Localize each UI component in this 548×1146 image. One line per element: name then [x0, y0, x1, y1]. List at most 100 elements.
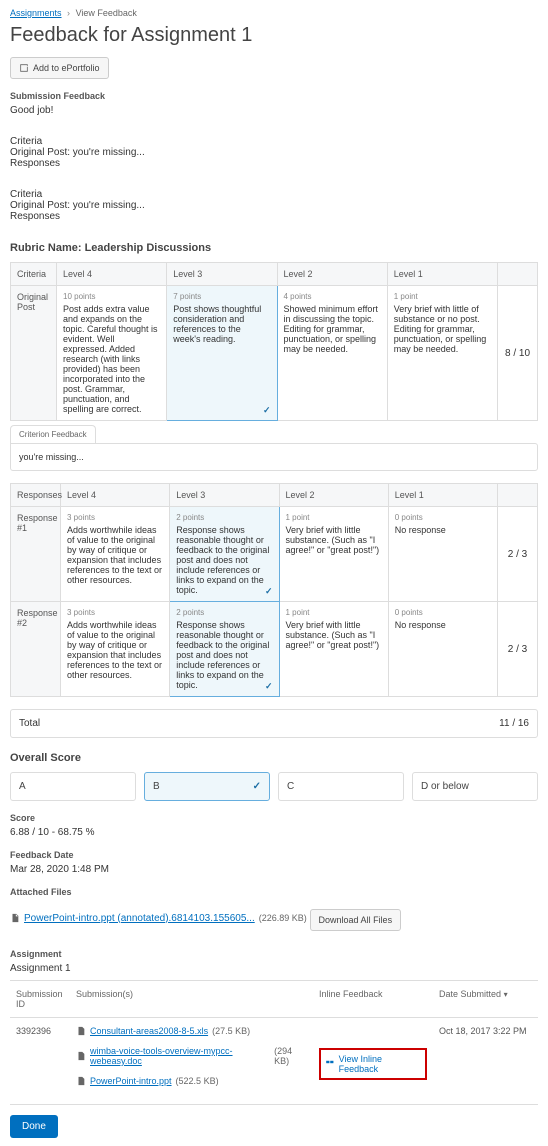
- grade-box[interactable]: B✓: [144, 772, 270, 801]
- assignment-name: Assignment 1: [10, 963, 538, 974]
- criteria-line: Responses: [10, 158, 538, 169]
- document-icon: [76, 1076, 86, 1086]
- rubric-points: 3 points: [67, 513, 163, 522]
- rubric-cell: 3 pointsAdds worthwhile ideas of value t…: [61, 507, 170, 602]
- rubric-table-2: ResponsesLevel 4Level 3Level 2Level 1 Re…: [10, 483, 538, 697]
- grade-boxes: AB✓CD or below: [10, 772, 538, 801]
- date-submitted-cell: Oct 18, 2017 3:22 PM: [433, 1018, 538, 1105]
- rubric-points: 1 point: [286, 608, 382, 617]
- check-icon: ✓: [263, 405, 271, 416]
- rubric-points: 1 point: [394, 292, 491, 301]
- rubric-desc: Very brief with little of substance or n…: [394, 304, 487, 354]
- rubric-header: Criteria: [11, 263, 57, 286]
- rubric-cell: 10 pointsPost adds extra value and expan…: [57, 286, 167, 421]
- grade-box[interactable]: D or below: [412, 772, 538, 801]
- submission-file: wimba-voice-tools-overview-mypcc-webeasy…: [76, 1046, 307, 1066]
- criteria-block: CriteriaOriginal Post: you're missing...…: [10, 189, 538, 222]
- done-label: Done: [22, 1121, 46, 1132]
- submission-link[interactable]: Consultant-areas2008-8-5.xls: [90, 1026, 208, 1036]
- chevron-right-icon: ›: [64, 8, 73, 18]
- rubric-header: [498, 263, 538, 286]
- attached-file-link[interactable]: PowerPoint-intro.ppt (annotated).6814103…: [24, 913, 255, 924]
- rubric-points: 0 points: [395, 513, 491, 522]
- add-to-eportfolio-label: Add to ePortfolio: [33, 63, 100, 73]
- col-date-submitted[interactable]: Date Submitted ▾: [433, 981, 538, 1018]
- view-inline-feedback-link[interactable]: View Inline Feedback: [319, 1048, 427, 1080]
- assignment-label: Assignment: [10, 949, 538, 959]
- col-inline-feedback[interactable]: Inline Feedback: [313, 981, 433, 1018]
- rubric-row-label: Response #1: [11, 507, 61, 602]
- rubric-score: 8 / 10: [498, 286, 538, 421]
- attached-file-size: (226.89 KB): [259, 913, 307, 923]
- add-to-eportfolio-button[interactable]: Add to ePortfolio: [10, 57, 109, 79]
- submission-file: PowerPoint-intro.ppt (522.5 KB): [76, 1076, 219, 1086]
- eportfolio-icon: [19, 63, 29, 73]
- score-label: Score: [10, 813, 538, 823]
- criteria-line: Original Post: you're missing...: [10, 200, 538, 211]
- criteria-line: Original Post: you're missing...: [10, 147, 538, 158]
- rubric-cell: 2 pointsResponse shows reasonable though…: [170, 507, 279, 602]
- rubric-header: Level 3: [170, 484, 279, 507]
- submission-size: (294 KB): [274, 1046, 307, 1066]
- submission-link[interactable]: wimba-voice-tools-overview-mypcc-webeasy…: [90, 1046, 270, 1066]
- rubric-score: 2 / 3: [498, 602, 538, 697]
- rubric-score: 2 / 3: [498, 507, 538, 602]
- rubric-table-1: CriteriaLevel 4Level 3Level 2Level 1 Ori…: [10, 262, 538, 421]
- rubric-header: Level 4: [57, 263, 167, 286]
- submission-feedback-text: Good job!: [10, 105, 538, 116]
- attached-files-label: Attached Files: [10, 887, 538, 897]
- submission-link[interactable]: PowerPoint-intro.ppt: [90, 1076, 172, 1086]
- criteria-line: Criteria: [10, 136, 538, 147]
- submission-size: (27.5 KB): [212, 1026, 250, 1036]
- submissions-cell: Consultant-areas2008-8-5.xls (27.5 KB) wi…: [70, 1018, 313, 1105]
- criteria-block: CriteriaOriginal Post: you're missing...…: [10, 136, 538, 169]
- rubric-points: 3 points: [67, 608, 163, 617]
- rubric-desc: Response shows reasonable thought or fee…: [176, 525, 269, 595]
- submission-feedback-label: Submission Feedback: [10, 91, 538, 101]
- rubric-points: 7 points: [173, 292, 270, 301]
- rubric-header: Level 2: [279, 484, 388, 507]
- rubric-points: 0 points: [395, 608, 491, 617]
- criteria-line: Responses: [10, 211, 538, 222]
- rubric-desc: Showed minimum effort in discussing the …: [284, 304, 378, 354]
- col-submission-id[interactable]: Submission ID: [10, 981, 70, 1018]
- rubric-desc: Post shows thoughtful consideration and …: [173, 304, 261, 344]
- rubric-row-label: Response #2: [11, 602, 61, 697]
- submission-file: Consultant-areas2008-8-5.xls (27.5 KB): [76, 1026, 250, 1036]
- grade-box[interactable]: C: [278, 772, 404, 801]
- download-all-button[interactable]: Download All Files: [310, 909, 402, 931]
- sort-desc-icon: ▾: [504, 990, 508, 999]
- grade-label: C: [287, 781, 294, 792]
- criterion-feedback-tab: Criterion Feedback: [10, 425, 96, 443]
- rubric-header: Level 4: [61, 484, 170, 507]
- rubric-points: 1 point: [286, 513, 382, 522]
- check-icon: ✓: [265, 681, 273, 692]
- grade-label: B: [153, 781, 160, 792]
- check-icon: ✓: [253, 781, 261, 792]
- breadcrumb-parent[interactable]: Assignments: [10, 8, 62, 18]
- breadcrumb-current: View Feedback: [76, 8, 137, 18]
- rubric-desc: Very brief with little substance. (Such …: [286, 620, 380, 650]
- document-icon: [10, 913, 20, 923]
- submission-size: (522.5 KB): [176, 1076, 219, 1086]
- col-submissions[interactable]: Submission(s): [70, 981, 313, 1018]
- criterion-feedback-text: you're missing...: [10, 443, 538, 471]
- total-value: 11 / 16: [499, 718, 529, 729]
- document-icon: [76, 1026, 86, 1036]
- rubric-cell: 2 pointsResponse shows reasonable though…: [170, 602, 279, 697]
- overall-score-label: Overall Score: [10, 752, 538, 764]
- rubric-desc: No response: [395, 525, 446, 535]
- done-button[interactable]: Done: [10, 1115, 58, 1138]
- rubric-desc: Post adds extra value and expands on the…: [63, 304, 158, 414]
- check-icon: ✓: [265, 586, 273, 597]
- feedback-date-value: Mar 28, 2020 1:48 PM: [10, 864, 538, 875]
- feedback-date-label: Feedback Date: [10, 850, 538, 860]
- rubric-header: Responses: [11, 484, 61, 507]
- rubric-cell: 0 points No response: [388, 507, 497, 602]
- rubric-cell: 4 pointsShowed minimum effort in discuss…: [277, 286, 387, 421]
- rubric-cell: 1 point Very brief with little substance.…: [279, 602, 388, 697]
- breadcrumb: Assignments › View Feedback: [10, 8, 538, 18]
- rubric-name: Rubric Name: Leadership Discussions: [10, 242, 538, 254]
- document-icon: [76, 1051, 86, 1061]
- grade-box[interactable]: A: [10, 772, 136, 801]
